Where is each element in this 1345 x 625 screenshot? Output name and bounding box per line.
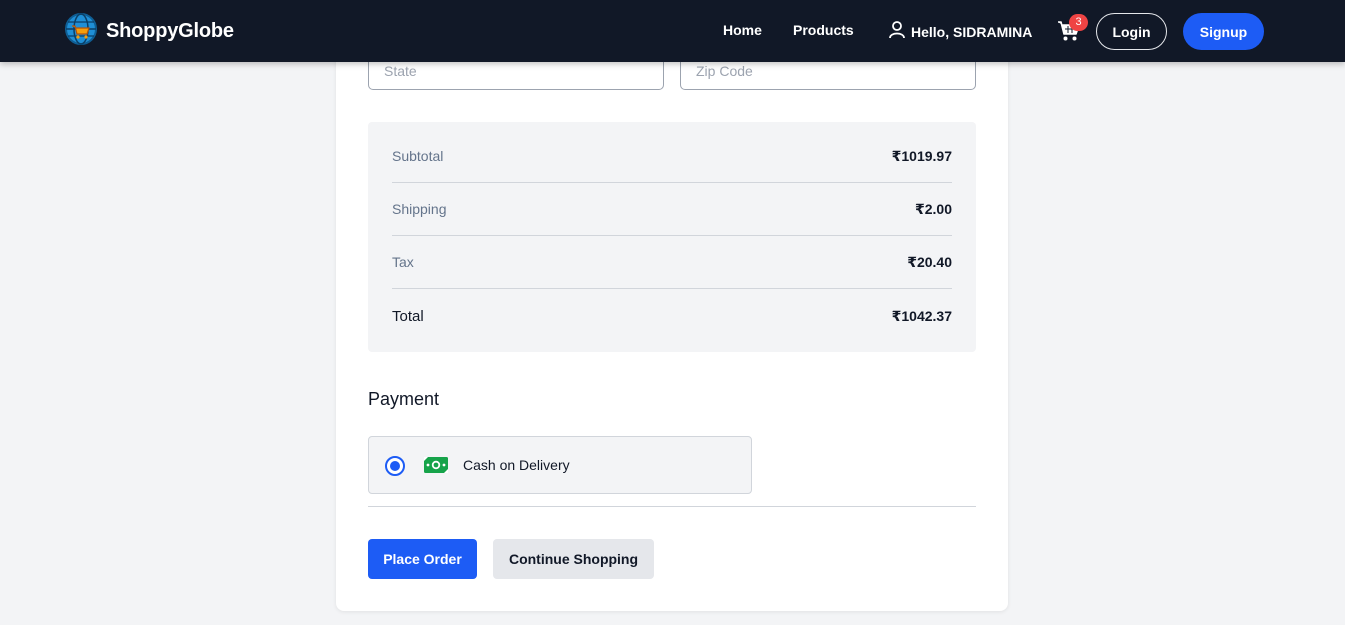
summary-divider bbox=[392, 235, 952, 236]
shopping-cart-icon bbox=[1057, 21, 1081, 46]
subtotal-value: ₹1019.97 bbox=[891, 147, 952, 164]
order-summary: Subtotal ₹1019.97 Shipping ₹2.00 Tax ₹20… bbox=[368, 122, 976, 352]
brand-name: ShoppyGlobe bbox=[106, 19, 234, 42]
section-divider bbox=[368, 506, 976, 507]
summary-row-subtotal: Subtotal ₹1019.97 bbox=[392, 145, 952, 167]
globe-cart-icon bbox=[64, 12, 98, 51]
user-greeting: Hello, SIDRAMINA bbox=[889, 21, 1032, 42]
total-value: ₹1042.37 bbox=[891, 307, 952, 324]
greeting-text: Hello, SIDRAMINA bbox=[911, 23, 1033, 40]
cash-icon bbox=[423, 455, 449, 475]
nav-link-products[interactable]: Products bbox=[793, 22, 854, 38]
signup-button[interactable]: Signup bbox=[1183, 13, 1264, 50]
place-order-button[interactable]: Place Order bbox=[368, 539, 477, 579]
cod-label: Cash on Delivery bbox=[463, 457, 570, 473]
cart-count-badge: 3 bbox=[1069, 14, 1088, 31]
summary-row-total: Total ₹1042.37 bbox=[392, 305, 952, 327]
total-label: Total bbox=[392, 307, 424, 325]
summary-row-shipping: Shipping ₹2.00 bbox=[392, 198, 952, 220]
login-button[interactable]: Login bbox=[1096, 13, 1167, 50]
tax-label: Tax bbox=[392, 254, 414, 270]
brand-logo-link[interactable]: ShoppyGlobe bbox=[64, 12, 234, 51]
user-icon bbox=[889, 21, 905, 42]
nav-link-home[interactable]: Home bbox=[723, 22, 762, 38]
top-navbar: ShoppyGlobe Home Products Hello, SIDRAMI… bbox=[0, 0, 1345, 62]
shipping-label: Shipping bbox=[392, 201, 447, 217]
payment-heading: Payment bbox=[368, 389, 440, 409]
summary-row-tax: Tax ₹20.40 bbox=[392, 251, 952, 273]
summary-divider bbox=[392, 288, 952, 289]
payment-option-cod[interactable]: Cash on Delivery bbox=[368, 436, 752, 494]
tax-value: ₹20.40 bbox=[907, 253, 952, 270]
summary-divider bbox=[392, 182, 952, 183]
subtotal-label: Subtotal bbox=[392, 148, 444, 164]
shipping-value: ₹2.00 bbox=[915, 200, 952, 217]
continue-shopping-button[interactable]: Continue Shopping bbox=[493, 539, 654, 579]
cod-radio-button[interactable] bbox=[385, 456, 405, 476]
